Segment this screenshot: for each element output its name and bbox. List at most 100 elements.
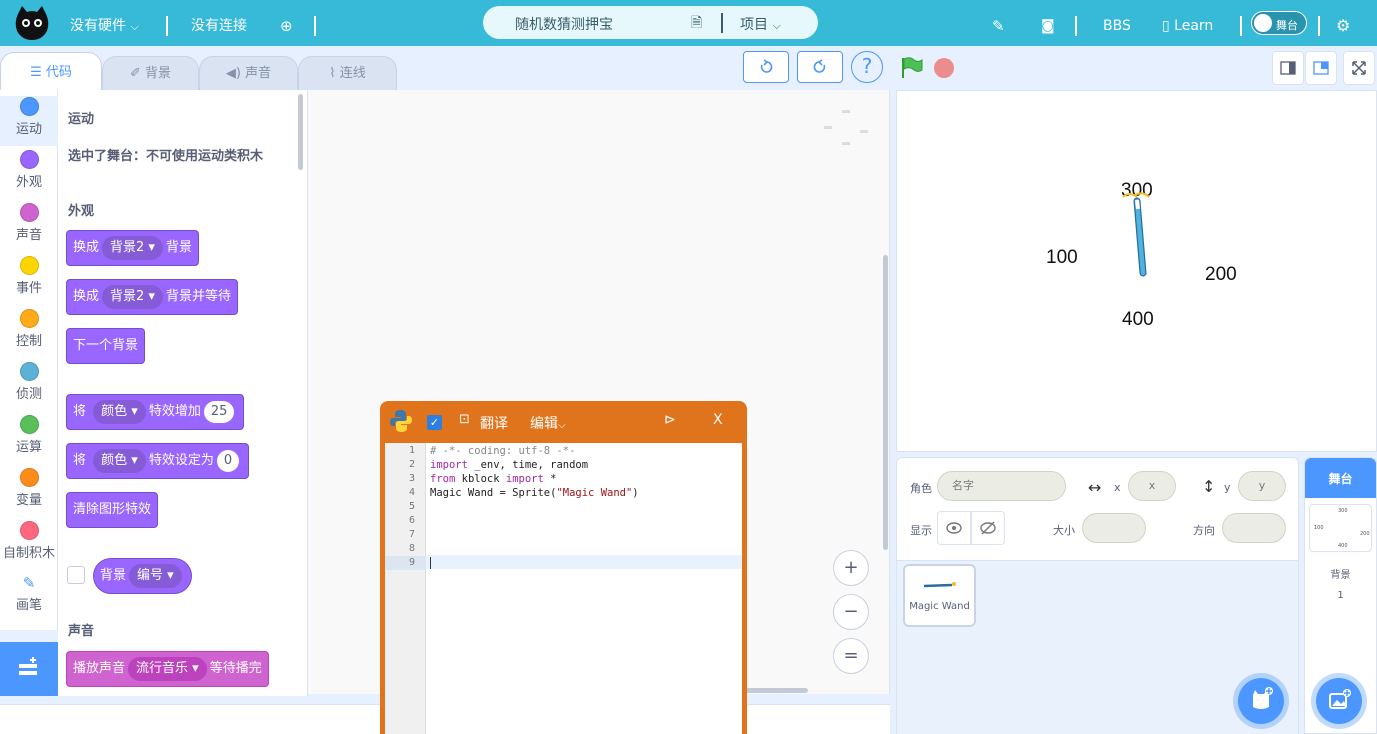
- chevron-down-icon: ⌵: [772, 19, 781, 32]
- backdrop-number-reporter[interactable]: 背景 编号 ▾: [93, 558, 192, 594]
- edit-pencil-icon[interactable]: ✎: [992, 0, 1005, 46]
- switch-backdrop-block[interactable]: 换成 背景2 ▾ 背景: [66, 230, 199, 266]
- close-button[interactable]: X: [713, 412, 723, 428]
- block-text: 将: [73, 404, 87, 419]
- code-blocks-icon: ☰: [30, 65, 42, 80]
- connection-button[interactable]: 没有连接: [191, 0, 247, 46]
- tab-wiring[interactable]: ⌇ 连线: [298, 56, 397, 92]
- project-menu-label: 项目: [740, 17, 768, 33]
- category-control[interactable]: 控制: [0, 309, 58, 349]
- translate-button[interactable]: 翻译: [480, 413, 508, 433]
- category-my-blocks[interactable]: 自制积木: [0, 521, 58, 561]
- set-effect-block[interactable]: 将 颜色 ▾ 特效设定为 0: [66, 443, 250, 479]
- zoom-in-button[interactable]: +: [833, 550, 869, 586]
- python-window-header[interactable]: ✓ ⊡ 翻译 编辑⌵ ⊳ X: [380, 401, 747, 441]
- zoom-out-button[interactable]: −: [833, 594, 869, 630]
- zoom-reset-button[interactable]: =: [833, 638, 869, 674]
- category-events[interactable]: 事件: [0, 256, 58, 296]
- large-stage-button[interactable]: [1305, 51, 1337, 85]
- effect-value-input[interactable]: 25: [203, 401, 235, 423]
- category-sound[interactable]: 声音: [0, 203, 58, 243]
- app-logo-icon[interactable]: [14, 4, 50, 42]
- tab-code[interactable]: ☰ 代码: [0, 52, 102, 92]
- undo-button[interactable]: [743, 51, 789, 83]
- code-editor[interactable]: 1 2 3 4 5 6 7 8 9 # -*- coding: utf-8 -*…: [385, 443, 742, 734]
- category-motion[interactable]: 运动: [0, 96, 58, 146]
- fullscreen-button[interactable]: [1343, 51, 1375, 85]
- edit-menu[interactable]: 编辑⌵: [530, 413, 566, 433]
- category-label: 控制: [15, 334, 42, 349]
- sound-dropdown[interactable]: 流行音乐 ▾: [128, 657, 207, 681]
- run-icon[interactable]: ⊳: [664, 412, 676, 428]
- terminal-icon: ⊡: [459, 412, 470, 427]
- magic-wand-sprite[interactable]: [1119, 191, 1159, 281]
- hide-sprite-button[interactable]: [971, 511, 1005, 545]
- sprite-thumbnail[interactable]: Magic Wand: [903, 564, 976, 627]
- effect-dropdown[interactable]: 颜色 ▾: [93, 449, 146, 473]
- motion-note: 选中了舞台：不可使用运动类积木: [68, 149, 264, 164]
- sync-checkbox[interactable]: ✓: [427, 415, 442, 430]
- effect-value-input[interactable]: 0: [216, 450, 240, 472]
- globe-icon[interactable]: ⊕: [280, 0, 293, 46]
- category-looks[interactable]: 外观: [0, 150, 58, 190]
- camera-icon[interactable]: ◙: [1041, 0, 1055, 46]
- size-input[interactable]: [1082, 513, 1146, 543]
- palette-scrollbar[interactable]: [298, 94, 303, 170]
- category-dot: [19, 362, 39, 381]
- workspace-scrollbar-horizontal[interactable]: [742, 688, 808, 693]
- workspace-scrollbar-vertical[interactable]: [883, 255, 888, 550]
- monitor-checkbox[interactable]: [67, 566, 85, 584]
- project-menu[interactable]: 项目 ⌵: [740, 14, 781, 34]
- workspace-minimap: [824, 110, 868, 145]
- direction-input[interactable]: [1222, 513, 1286, 543]
- tab-sound[interactable]: ◀) 声音: [199, 56, 298, 92]
- effect-dropdown[interactable]: 颜色 ▾: [93, 400, 146, 424]
- save-icon[interactable]: 🗎: [691, 12, 702, 36]
- stage-thumbnail[interactable]: 300 100 200 400: [1309, 504, 1372, 552]
- next-backdrop-block[interactable]: 下一个背景: [66, 328, 146, 364]
- bbs-link[interactable]: BBS: [1103, 0, 1131, 46]
- redo-button[interactable]: [797, 51, 843, 83]
- help-button[interactable]: ?: [851, 51, 883, 83]
- backdrop-dropdown[interactable]: 背景2 ▾: [102, 236, 163, 260]
- line-number: 3: [408, 473, 415, 484]
- category-variables[interactable]: 变量: [0, 468, 58, 508]
- category-operators[interactable]: 运算: [0, 415, 58, 455]
- number-dropdown[interactable]: 编号 ▾: [129, 564, 182, 588]
- chevron-down-icon: ⌵: [558, 420, 566, 431]
- clear-effects-block[interactable]: 清除图形特效: [66, 492, 159, 528]
- play-sound-until-done-block[interactable]: 播放声音 流行音乐 ▾ 等待播完: [66, 651, 269, 687]
- sprite-name: Magic Wand: [909, 601, 970, 612]
- direction-label: 方向: [1193, 524, 1215, 537]
- thumb-number-400: 400: [1338, 543, 1348, 549]
- gear-icon[interactable]: ⚙: [1336, 0, 1350, 46]
- block-text: 等待播完: [209, 661, 262, 676]
- show-sprite-button[interactable]: [937, 511, 971, 545]
- small-stage-button[interactable]: [1272, 51, 1304, 85]
- tab-backdrop[interactable]: ✐ 背景: [102, 56, 199, 92]
- switch-backdrop-wait-block[interactable]: 换成 背景2 ▾ 背景并等待: [66, 279, 238, 315]
- learn-link[interactable]: ▯ Learn: [1162, 0, 1213, 46]
- stage-toggle[interactable]: 舞台: [1251, 11, 1307, 35]
- sprite-name-input[interactable]: 名字: [937, 471, 1066, 501]
- code-line: from kblock import *: [430, 472, 556, 486]
- green-flag-icon[interactable]: [900, 57, 924, 79]
- y-input[interactable]: y: [1238, 471, 1286, 501]
- hardware-menu[interactable]: 没有硬件 ⌵: [70, 0, 139, 46]
- add-extension-button[interactable]: [0, 642, 58, 696]
- add-sprite-button[interactable]: [1238, 678, 1284, 724]
- project-title[interactable]: 随机数猜测押宝: [515, 14, 613, 34]
- backdrop-dropdown[interactable]: 背景2 ▾: [102, 285, 163, 309]
- stage[interactable]: 300 100 200 400: [896, 90, 1377, 452]
- divider: [166, 16, 168, 36]
- add-backdrop-button[interactable]: [1316, 678, 1362, 724]
- stop-button[interactable]: [934, 58, 954, 78]
- dropdown-value: 背景2: [110, 289, 145, 304]
- category-pen[interactable]: ✎ 画笔: [0, 574, 58, 613]
- category-dot: [19, 468, 39, 487]
- change-effect-block[interactable]: 将 颜色 ▾ 特效增加 25: [66, 394, 245, 430]
- category-sensing[interactable]: 侦测: [0, 362, 58, 402]
- x-input[interactable]: x: [1128, 471, 1176, 501]
- y-label: y: [1224, 481, 1231, 494]
- tab-sound-label: 声音: [245, 66, 272, 81]
